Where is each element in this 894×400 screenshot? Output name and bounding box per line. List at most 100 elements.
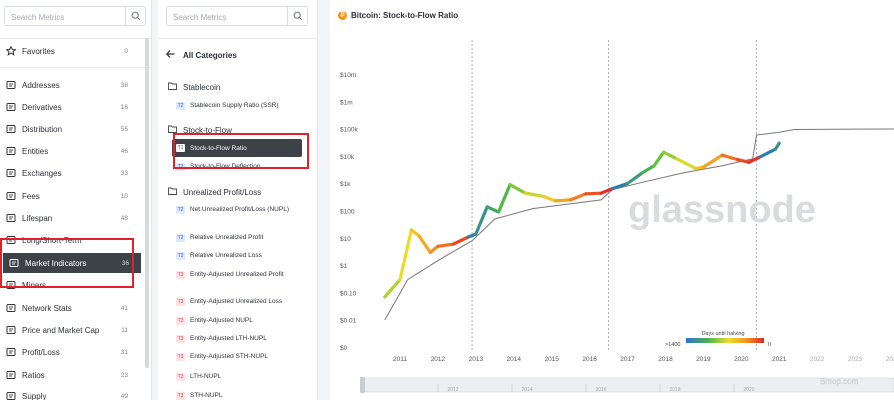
price-series-segment — [398, 228, 414, 282]
metric-search[interactable] — [166, 6, 308, 27]
category-search[interactable] — [4, 6, 146, 27]
range-slider-label: 2016 — [595, 387, 606, 393]
metric-item-relative-unrealized-profit[interactable]: T2 Relative Unrealized Profit — [176, 233, 306, 242]
price-series-segment — [652, 150, 666, 168]
tier-badge: T3 — [176, 334, 185, 343]
all-categories-label: All Categories — [183, 50, 237, 60]
range-slider-handle[interactable] — [360, 377, 365, 393]
sidebar-item-label: Entities — [22, 146, 49, 156]
sidebar-item-count: 0 — [124, 47, 128, 55]
y-tick-label: $0.10 — [340, 290, 357, 297]
sidebar-item-count: 49 — [120, 392, 128, 400]
tier-badge: T2 — [176, 101, 185, 110]
metric-item-sth-nupl[interactable]: T3 STH-NUPL — [176, 391, 306, 400]
price-series-segment — [662, 150, 679, 161]
sidebar-scrollbar[interactable] — [145, 38, 149, 368]
tier-badge: T3 — [176, 372, 185, 381]
network-icon — [6, 303, 16, 313]
sidebar-item-lifespan[interactable]: Lifespan 48 — [0, 208, 140, 228]
x-tick-label: 2011 — [393, 356, 407, 363]
y-tick-label: $100 — [340, 209, 355, 216]
supply-icon — [6, 391, 16, 400]
metric-item-stablecoin-supply-ratio-ssr-[interactable]: T2 Stablecoin Supply Ratio (SSR) — [176, 101, 306, 110]
metric-search-input[interactable] — [167, 8, 307, 27]
chart-canvas[interactable]: $10m $1m $100k $10k $1k $100 $10 $1 $0.10 $0.01 $0… — [330, 0, 894, 400]
metric-item-entity-adjusted-lth-nupl[interactable]: T3 Entity-Adjusted LTH-NUPL — [176, 334, 306, 343]
price-series-segment — [773, 141, 781, 151]
highlight-box-metric — [173, 133, 309, 169]
star-icon — [6, 46, 16, 56]
metric-item-label: Entity-Adjusted LTH-NUPL — [190, 335, 267, 342]
range-slider[interactable] — [361, 377, 894, 393]
search-icon[interactable] — [287, 7, 307, 25]
sidebar-item-price-and-market-cap[interactable]: Price and Market Cap 11 — [0, 320, 140, 340]
lifespan-icon — [6, 213, 16, 223]
y-tick-label: $10k — [340, 154, 355, 161]
metric-item-entity-adjusted-nupl[interactable]: T3 Entity-Adjusted NUPL — [176, 316, 306, 325]
sidebar-item-label: Profit/Loss — [22, 347, 60, 357]
metric-item-net-unrealized-profit-loss-nupl-[interactable]: T2 Net Unrealized Profit/Loss (NUPL) — [176, 205, 306, 214]
arrow-left-icon — [165, 50, 175, 60]
metric-group-label: Unrealized Profit/Loss — [183, 187, 262, 197]
price-series-segment — [675, 157, 698, 171]
sidebar-item-count: 38 — [120, 81, 128, 89]
price-series-segment — [417, 234, 432, 254]
address-card-icon — [6, 80, 16, 90]
price-series-segment — [451, 235, 470, 246]
metric-item-label: Entity-Adjusted Unrealized Profit — [190, 271, 284, 278]
sidebar-item-count: 48 — [120, 214, 128, 222]
sidebar-item-exchanges[interactable]: Exchanges 33 — [0, 163, 140, 183]
y-tick-label: $1 — [340, 263, 348, 270]
sidebar-item-label: Lifespan — [22, 213, 53, 223]
sidebar-item-count: 33 — [120, 169, 128, 177]
sidebar-item-ratios[interactable]: Ratios 23 — [0, 365, 140, 385]
price-series-segment — [720, 153, 740, 162]
sidebar-item-network-stats[interactable]: Network Stats 41 — [0, 298, 140, 318]
metric-group-stablecoin[interactable]: Stablecoin — [168, 82, 220, 92]
price-series-segment — [542, 195, 558, 203]
price-series-segment — [701, 153, 724, 169]
sidebar-item-label: Exchanges — [22, 168, 62, 178]
all-categories-link[interactable]: All Categories — [165, 50, 237, 60]
price-series-segment — [569, 192, 588, 202]
sidebar-item-count: 41 — [120, 304, 128, 312]
price-series-segment — [641, 164, 656, 175]
sidebar-item-distribution[interactable]: Distribution 55 — [0, 119, 140, 139]
sidebar-item-addresses[interactable]: Addresses 38 — [0, 75, 140, 95]
sidebar-item-label: Addresses — [22, 80, 60, 90]
price-series-segment — [497, 183, 512, 214]
sidebar-item-entities[interactable]: Entities 46 — [0, 141, 140, 161]
metric-item-label: Net Unrealized Profit/Loss (NUPL) — [190, 206, 289, 213]
metric-item-relative-unrealized-loss[interactable]: T2 Relative Unrealized Loss — [176, 251, 306, 260]
colorbar-min-label: >1400 — [665, 342, 680, 348]
sidebar-item-label: Favorites — [22, 46, 55, 56]
x-tick-label: 2019 — [696, 356, 711, 363]
metric-item-lth-nupl[interactable]: T3 LTH-NUPL — [176, 372, 306, 381]
metric-item-entity-adjusted-unrealized-loss[interactable]: T3 Entity-Adjusted Unrealized Loss — [176, 297, 306, 306]
metric-item-entity-adjusted-sth-nupl[interactable]: T3 Entity-Adjusted STH-NUPL — [176, 352, 306, 361]
search-icon[interactable] — [125, 7, 145, 25]
metrics-sidebar: All Categories Stablecoin T2 Stablecoin Su… — [158, 0, 471, 400]
category-search-input[interactable] — [5, 8, 145, 27]
sidebar-item-label: Fees — [22, 191, 40, 201]
price-series-segment — [523, 191, 546, 199]
metric-item-label: Relative Unrealized Profit — [190, 234, 264, 241]
y-tick-label: $0.01 — [340, 318, 357, 325]
metric-group-label: Stablecoin — [183, 82, 221, 92]
sidebar-item-derivatives[interactable]: Derivatives 16 — [0, 97, 140, 117]
x-tick-label: 2014 — [507, 356, 522, 363]
metric-item-entity-adjusted-unrealized-profit[interactable]: T3 Entity-Adjusted Unrealized Profit — [176, 270, 306, 279]
metric-item-label: Relative Unrealized Loss — [190, 252, 262, 259]
price-series-segment — [383, 278, 402, 299]
sidebar-item-supply[interactable]: Supply 49 — [0, 386, 140, 400]
highlight-box-category — [0, 238, 134, 288]
sidebar-item-favorites[interactable]: Favorites 0 — [0, 41, 140, 61]
sidebar-item-count: 55 — [120, 125, 128, 133]
price-series-segment — [474, 205, 489, 236]
x-tick-label: 2020 — [734, 356, 749, 363]
exchange-icon — [6, 168, 16, 178]
sidebar-item-profit-loss[interactable]: Profit/Loss 31 — [0, 342, 140, 362]
metric-group-unrealized-profit-loss[interactable]: Unrealized Profit/Loss — [168, 187, 261, 197]
y-tick-label: $1m — [340, 99, 353, 106]
sidebar-item-fees[interactable]: Fees 10 — [0, 186, 140, 206]
